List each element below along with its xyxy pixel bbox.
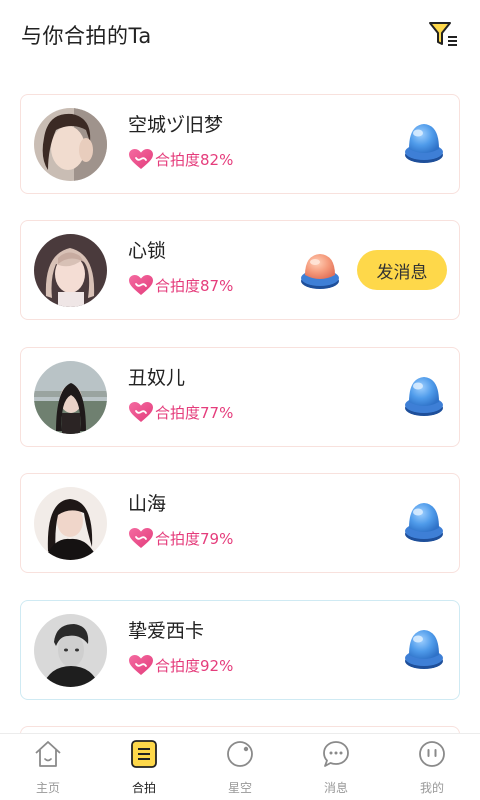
heart-icon — [129, 149, 153, 169]
match-percent: 合拍度87% — [155, 276, 234, 295]
user-name[interactable]: 心锁 — [128, 236, 166, 263]
tab-label: 合拍 — [131, 781, 156, 795]
match-percent: 合拍度79% — [155, 529, 234, 548]
heart-icon — [129, 275, 153, 295]
header-bar: 与你合拍的Ta — [0, 0, 480, 72]
filter-icon[interactable] — [428, 20, 460, 50]
planet-icon — [227, 741, 253, 767]
tab-match[interactable]: 合拍 — [96, 734, 192, 800]
user-name[interactable]: 空城ヅ旧梦 — [128, 110, 223, 137]
match-score: 合拍度82% — [128, 147, 233, 171]
match-percent: 合拍度77% — [155, 403, 234, 422]
send-message-button[interactable]: 发消息 — [357, 250, 447, 290]
avatar[interactable] — [34, 487, 107, 560]
match-percent: 合拍度92% — [155, 656, 234, 675]
heart-icon — [129, 402, 153, 422]
tab-messages[interactable]: 消息 — [288, 734, 384, 800]
peach-push-button-icon[interactable] — [299, 245, 341, 291]
user-name[interactable]: 挚爱西卡 — [128, 616, 204, 643]
blue-push-button-icon[interactable] — [403, 372, 445, 418]
blue-push-button-icon[interactable] — [403, 119, 445, 165]
tab-mine[interactable]: 我的 — [384, 734, 480, 800]
tab-label: 星空 — [227, 781, 252, 795]
blue-push-button-icon[interactable] — [403, 498, 445, 544]
bottom-tab-bar: 主页 合拍 星空 消息 我的 — [0, 733, 480, 800]
tab-home[interactable]: 主页 — [0, 734, 96, 800]
user-name[interactable]: 丑奴儿 — [128, 363, 185, 390]
match-score: 合拍度79% — [128, 526, 233, 550]
avatar[interactable] — [34, 234, 107, 307]
avatar[interactable] — [34, 614, 107, 687]
tab-label: 消息 — [323, 781, 348, 795]
tab-label: 主页 — [35, 781, 60, 795]
blue-push-button-icon[interactable] — [403, 625, 445, 671]
match-card[interactable]: 山海 合拍度79% — [20, 473, 460, 573]
match-card[interactable]: 空城ヅ旧梦 合拍度82% — [20, 94, 460, 194]
user-name[interactable]: 山海 — [128, 489, 166, 516]
match-card[interactable]: 心锁 合拍度87% 发消息 — [20, 220, 460, 320]
face-icon — [419, 741, 445, 767]
match-score: 合拍度92% — [128, 653, 233, 677]
match-card[interactable]: 挚爱西卡 合拍度92% — [20, 600, 460, 700]
chat-bubble-icon — [323, 741, 349, 767]
match-card[interactable]: 丑奴儿 合拍度77% — [20, 347, 460, 447]
match-score: 合拍度77% — [128, 400, 233, 424]
match-percent: 合拍度82% — [155, 150, 234, 169]
heart-icon — [129, 655, 153, 675]
tab-starry-sky[interactable]: 星空 — [192, 734, 288, 800]
home-icon — [35, 741, 61, 767]
avatar[interactable] — [34, 361, 107, 434]
tab-label: 我的 — [419, 781, 444, 795]
match-score: 合拍度87% — [128, 273, 233, 297]
avatar[interactable] — [34, 108, 107, 181]
list-icon — [131, 740, 157, 768]
heart-icon — [129, 528, 153, 548]
page-title: 与你合拍的Ta — [21, 24, 152, 48]
